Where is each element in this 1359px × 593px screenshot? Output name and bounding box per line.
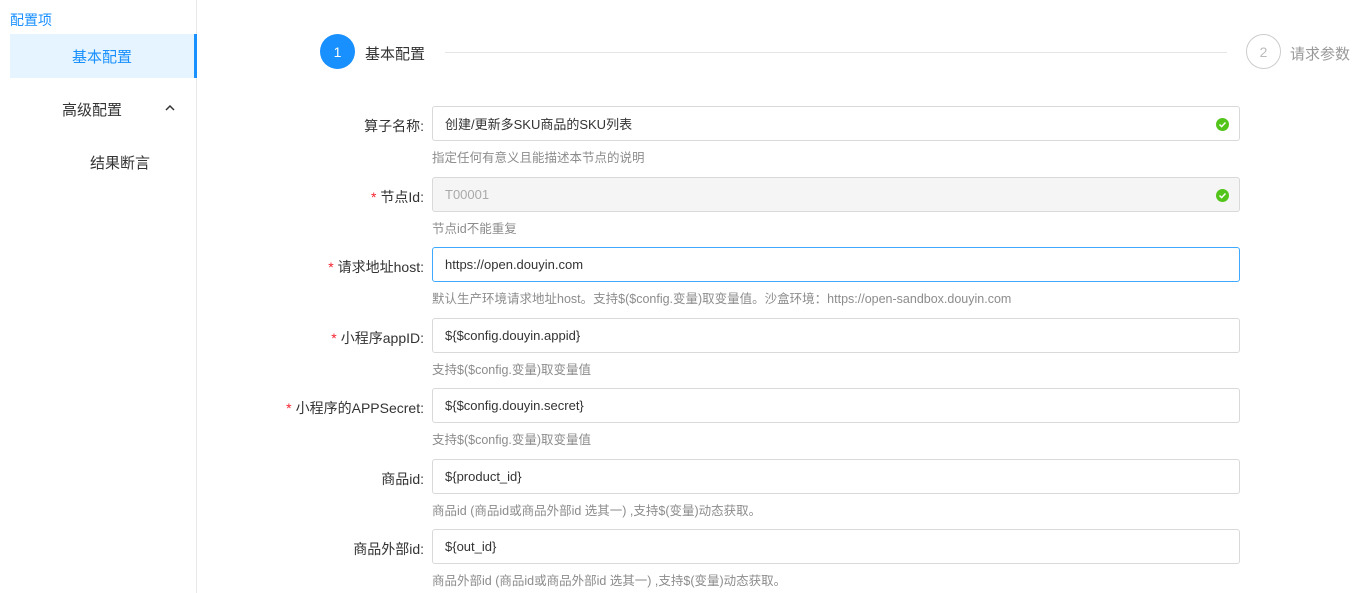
field-label: 商品id: <box>381 471 424 487</box>
input-value: 创建/更新多SKU商品的SKU列表 <box>445 117 633 132</box>
field-help: 指定任何有意义且能描述本节点的说明 <box>432 151 645 165</box>
steps: 1 基本配置 2 请求参数 <box>320 34 1359 70</box>
node-id-input: T00001 <box>432 177 1240 212</box>
input-value: ${$config.douyin.appid} <box>445 328 581 343</box>
field-label: * 小程序的APPSecret: <box>286 400 424 416</box>
field-label: * 请求地址host: <box>328 259 424 275</box>
operator-name-input[interactable]: 创建/更新多SKU商品的SKU列表 <box>432 106 1240 141</box>
input-value: ${product_id} <box>445 469 522 484</box>
field-label: 算子名称: <box>364 118 424 134</box>
step-2-circle: 2 <box>1246 34 1281 69</box>
check-circle-icon <box>1216 118 1229 131</box>
out-id-input[interactable]: ${out_id} <box>432 529 1240 564</box>
field-help: 商品id (商品id或商品外部id 选其一) ,支持$(变量)动态获取。 <box>432 504 762 518</box>
app-secret-input[interactable]: ${$config.douyin.secret} <box>432 388 1240 423</box>
chevron-up-icon <box>165 104 175 111</box>
product-id-input[interactable]: ${product_id} <box>432 459 1240 494</box>
required-mark: * <box>286 400 292 416</box>
step-1-label: 基本配置 <box>365 46 426 63</box>
required-mark: * <box>331 330 337 346</box>
field-help: 支持$($config.变量)取变量值 <box>432 363 592 377</box>
field-help: 支持$($config.变量)取变量值 <box>432 433 592 447</box>
menu-item-result-assertion[interactable]: 结果断言 <box>10 140 197 184</box>
menu-item-label: 结果断言 <box>90 154 151 172</box>
required-mark: * <box>370 189 377 205</box>
input-value: T00001 <box>445 187 490 202</box>
request-host-input[interactable]: https://open.douyin.com <box>432 247 1240 282</box>
field-label: 商品外部id: <box>353 541 424 557</box>
field-help: 默认生产环境请求地址host。支持$($config.变量)取变量值。沙盒环境：… <box>432 292 1012 306</box>
input-value: ${$config.douyin.secret} <box>445 398 584 413</box>
sidebar: 配置项 基本配置 高级配置 结果断言 <box>0 0 197 593</box>
step-1-circle: 1 <box>320 34 355 69</box>
input-value: https://open.douyin.com <box>445 257 584 272</box>
menu-item-label: 基本配置 <box>71 48 132 66</box>
menu-item-label: 高级配置 <box>62 101 123 119</box>
field-label: * 节点Id: <box>370 189 424 205</box>
sidebar-title: 配置项 <box>10 12 52 28</box>
field-help: 节点id不能重复 <box>432 222 517 236</box>
step-2-label[interactable]: 请求参数 <box>1290 43 1350 64</box>
field-help: 商品外部id (商品id或商品外部id 选其一) ,支持$(变量)动态获取。 <box>432 574 787 588</box>
required-mark: * <box>328 259 334 275</box>
field-label: * 小程序appID: <box>331 330 424 346</box>
step-connector <box>445 52 1227 53</box>
check-circle-icon <box>1216 189 1229 202</box>
input-value: ${out_id} <box>445 539 497 554</box>
menu-group-advanced-config[interactable]: 高级配置 <box>10 87 197 131</box>
menu-item-basic-config[interactable]: 基本配置 <box>10 34 197 78</box>
app-id-input[interactable]: ${$config.douyin.appid} <box>432 318 1240 353</box>
